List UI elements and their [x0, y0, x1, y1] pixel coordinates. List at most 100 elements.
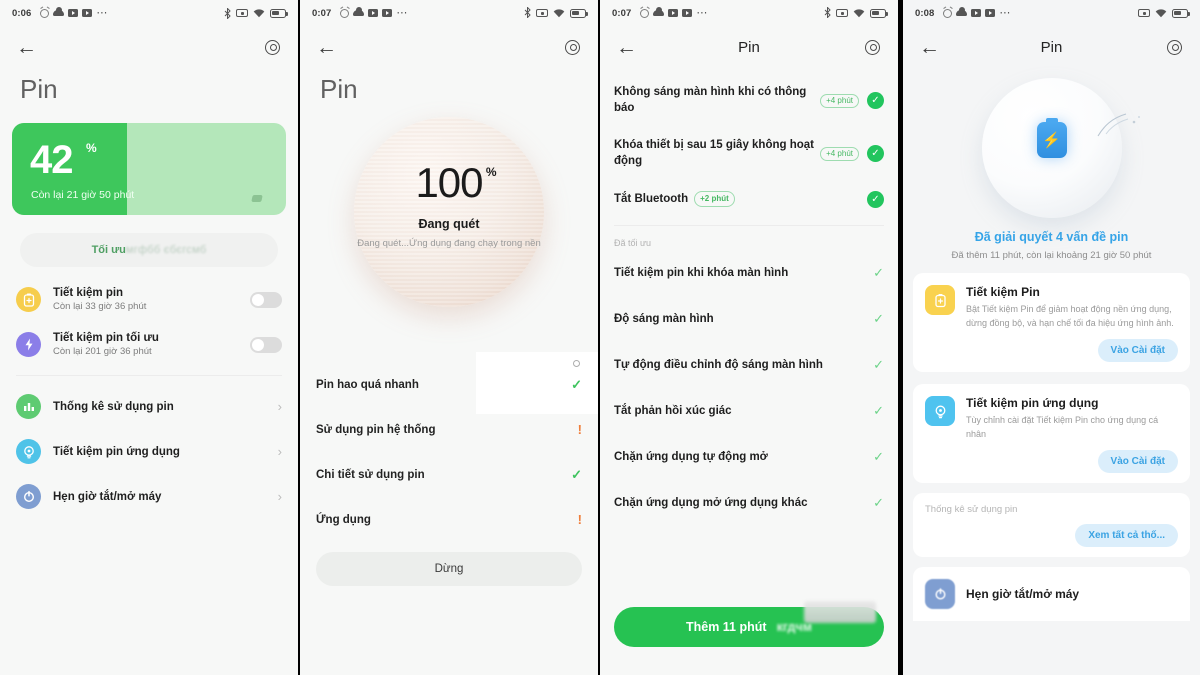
panel-battery-overview: 0:06 ⋯ ← Pin 42 % Còn lại 21 giờ 50 phút…: [0, 0, 300, 675]
card-title: Tiết kiệm Pin: [966, 285, 1040, 299]
toggle-row-ultra-battery-saver[interactable]: Tiết kiệm pin tối ưu Còn lại 201 giờ 36 …: [0, 322, 298, 367]
power-icon: [925, 579, 955, 609]
bulb-icon: [925, 396, 955, 426]
check-circle-icon: ✓: [867, 145, 884, 163]
battery-saver-icon: [925, 285, 955, 315]
row-title: Tiết kiệm pin ứng dụng: [53, 445, 180, 458]
list-item[interactable]: Chặn ứng dụng mở ứng dụng khác ✓: [614, 480, 884, 526]
check-icon: ✓: [873, 311, 884, 327]
add-time-button-label: Thêm 11 phút: [685, 620, 767, 634]
status-time: 0:08: [915, 7, 935, 19]
video-icon: [368, 9, 379, 17]
back-arrow-icon[interactable]: ←: [316, 37, 337, 58]
bolt-icon: [16, 332, 41, 357]
status-bar-left: 0:07 ⋯: [612, 7, 824, 19]
nav-bar: ← Pin: [903, 26, 1200, 68]
back-arrow-icon[interactable]: ←: [16, 37, 37, 58]
optimized-label: Độ sáng màn hình: [614, 313, 714, 326]
optimization-label: Không sáng màn hình khi có thông báo: [614, 86, 807, 114]
list-item[interactable]: Khóa thiết bị sau 15 giây không hoạt độn…: [614, 127, 884, 180]
check-icon: ✓: [873, 403, 884, 419]
battery-level-card: 42 % Còn lại 21 giờ 50 phút: [12, 123, 286, 215]
row-title: Thống kê sử dụng pin: [53, 400, 174, 413]
nav-row-app-battery-saver[interactable]: Tiết kiệm pin ứng dụng ›: [0, 429, 298, 474]
back-arrow-icon[interactable]: ←: [919, 37, 940, 58]
go-to-settings-button[interactable]: Vào Cài đặt: [1097, 450, 1178, 473]
battery-remaining-text: Còn lại 21 giờ 50 phút: [31, 189, 135, 201]
check-icon: ✓: [873, 265, 884, 281]
camera-icon: [836, 9, 848, 17]
card-header: Tiết kiệm Pin Bật Tiết kiệm Pin để giảm …: [925, 285, 1178, 330]
list-item[interactable]: Tắt Bluetooth +2 phút ✓: [614, 180, 884, 219]
nav-row-battery-stats[interactable]: Thống kê sử dụng pin ›: [0, 384, 298, 429]
status-time: 0:07: [312, 7, 332, 19]
status-bar: 0:07 ⋯: [300, 0, 598, 26]
nav-bar: ← Pin: [600, 26, 898, 68]
chevron-right-icon: ›: [277, 399, 282, 414]
camera-icon: [236, 9, 248, 17]
list-item[interactable]: Ứng dụng !: [316, 497, 582, 542]
bar-chart-icon: [16, 394, 41, 419]
card-app-battery-saver: Tiết kiệm pin ứng dụng Tùy chỉnh cài đặt…: [913, 384, 1190, 483]
scan-item-label: Chi tiết sử dụng pin: [316, 468, 425, 481]
optimized-label: Tắt phản hồi xúc giác: [614, 405, 732, 418]
wifi-icon: [553, 8, 565, 18]
ultra-battery-saver-toggle[interactable]: [250, 336, 282, 353]
page-title: Pin: [320, 74, 358, 104]
card-header: Tiết kiệm pin ứng dụng Tùy chỉnh cài đặt…: [925, 396, 1178, 441]
result-hero-graphic: ⚡: [903, 68, 1200, 228]
list-item[interactable]: Tắt phản hồi xúc giác ✓: [614, 388, 884, 434]
stop-button[interactable]: Dừng: [316, 552, 582, 586]
nav-row-power-schedule[interactable]: Hẹn giờ tắt/mở máy ›: [0, 474, 298, 519]
page-title: Pin: [738, 38, 760, 56]
battery-saver-icon: [16, 287, 41, 312]
gear-icon[interactable]: [1165, 38, 1184, 57]
back-arrow-icon[interactable]: ←: [616, 37, 637, 58]
chevron-right-icon: ›: [277, 489, 282, 504]
optimization-label-text: Tắt Bluetooth: [614, 193, 689, 205]
battery-percent-symbol: %: [86, 141, 97, 155]
gear-icon[interactable]: [863, 38, 882, 57]
check-icon: ✓: [873, 449, 884, 465]
wifi-icon: [253, 8, 265, 18]
wifi-icon: [1155, 8, 1167, 18]
video-icon: [668, 9, 679, 17]
cloud-icon: [353, 7, 365, 16]
optimize-button[interactable]: Tối ưu мгфбб єбєгсмб: [20, 233, 278, 267]
optimize-button-label: Tối ưu: [91, 244, 126, 256]
cloud-icon: [956, 7, 968, 16]
go-to-settings-button[interactable]: Vào Cài đặt: [1097, 339, 1178, 362]
list-item[interactable]: Chặn ứng dụng tự động mở ✓: [614, 434, 884, 480]
page-title: Pin: [1040, 38, 1063, 56]
optimized-label: Tiết kiệm pin khi khóa màn hình: [614, 267, 789, 280]
video-icon: [82, 9, 93, 17]
chevron-right-icon: ›: [277, 444, 282, 459]
row-title: Tiết kiệm pin: [53, 287, 124, 299]
list-item[interactable]: Sử dụng pin hệ thống !: [316, 407, 582, 452]
list-item[interactable]: Độ sáng màn hình ✓: [614, 296, 884, 342]
scan-percent-value: 100: [415, 159, 483, 206]
list-item[interactable]: Tự động điều chỉnh độ sáng màn hình ✓: [614, 342, 884, 388]
scan-description: Đang quét...Ứng dụng đang chạy trong nền: [357, 238, 541, 249]
more-dots-icon: ⋯: [999, 7, 1011, 19]
list-item[interactable]: Không sáng màn hình khi có thông báo +4 …: [614, 74, 884, 127]
power-icon: [16, 484, 41, 509]
section-label-optimized: Đã tối ưu: [614, 238, 652, 249]
row-subtitle: Còn lại 201 giờ 36 phút: [53, 346, 152, 357]
row-power-schedule[interactable]: Hẹn giờ tắt/mở máy: [913, 567, 1190, 621]
toggle-row-battery-saver[interactable]: Tiết kiệm pin Còn lại 33 giờ 36 phút: [0, 277, 298, 322]
list-item[interactable]: Chi tiết sử dụng pin ✓: [316, 452, 582, 497]
screenshot-overlay-artifact: [804, 601, 876, 623]
list-item[interactable]: Tiết kiệm pin khi khóa màn hình ✓: [614, 250, 884, 296]
optimize-button-blurred-tail: мгфбб єбєгсмб: [125, 244, 207, 256]
list-item[interactable]: Pin hao quá nhanh ✓: [316, 362, 582, 407]
page-title: Pin: [20, 74, 58, 104]
gear-icon[interactable]: [263, 38, 282, 57]
more-dots-icon: ⋯: [396, 7, 408, 19]
view-all-stats-button[interactable]: Xem tất cả thố...: [1075, 524, 1178, 547]
battery-saver-toggle[interactable]: [250, 291, 282, 308]
cloud-icon: [53, 7, 65, 16]
gear-icon[interactable]: [563, 38, 582, 57]
video-icon: [68, 9, 79, 17]
status-bar-right: [1138, 8, 1190, 18]
